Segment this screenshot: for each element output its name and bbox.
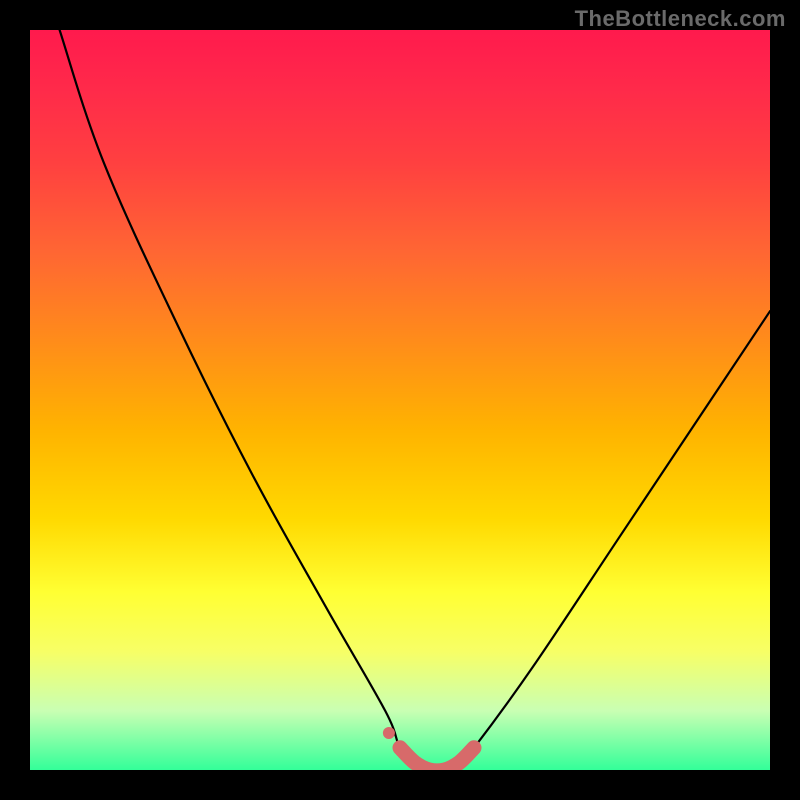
- chart-frame: TheBottleneck.com: [0, 0, 800, 800]
- highlight-dot: [383, 727, 395, 739]
- curve-layer: [60, 30, 770, 770]
- highlight-band: [400, 748, 474, 770]
- plot-area: [30, 30, 770, 770]
- watermark-text: TheBottleneck.com: [575, 6, 786, 32]
- bottleneck-curve: [60, 30, 770, 770]
- chart-svg: [30, 30, 770, 770]
